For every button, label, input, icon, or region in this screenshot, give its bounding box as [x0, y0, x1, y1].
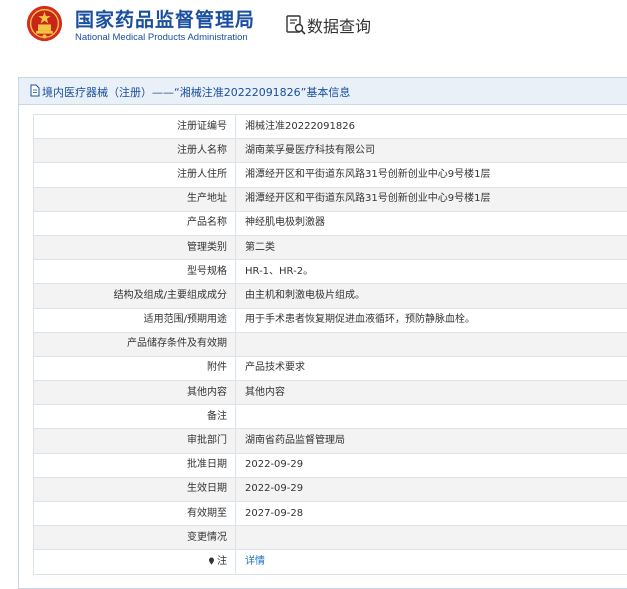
field-label: 有效期至	[34, 502, 236, 526]
panel-title: 境内医疗器械（注册）——“湘械注准20222091826”基本信息	[42, 84, 350, 100]
field-value: 神经肌电极刺激器	[236, 211, 627, 235]
field-label: 注册人名称	[34, 139, 236, 163]
table-row: 审批部门湖南省药品监督管理局	[34, 429, 627, 453]
field-label: 批准日期	[34, 453, 236, 477]
field-value: 湘械注准20222091826	[236, 115, 627, 139]
agency-name-en: National Medical Products Administration	[75, 32, 248, 43]
table-row: 产品储存条件及有效期	[34, 332, 627, 356]
field-value: 2022-09-29	[236, 453, 627, 477]
field-value: 湖南莱孚曼医疗科技有限公司	[236, 139, 627, 163]
panel-header: 境内医疗器械（注册）——“湘械注准20222091826”基本信息	[19, 78, 627, 105]
document-icon	[30, 84, 40, 97]
table-row: 管理类别第二类	[34, 235, 627, 259]
info-table: 注册证编号湘械注准20222091826注册人名称湖南莱孚曼医疗科技有限公司注册…	[33, 114, 627, 575]
field-value: 湖南省药品监督管理局	[236, 429, 627, 453]
location-pin-icon	[208, 557, 215, 565]
field-label: 结构及组成/主要组成成分	[34, 284, 236, 308]
field-label: 产品储存条件及有效期	[34, 332, 236, 356]
field-label: 型号规格	[34, 260, 236, 284]
table-row: 注册人名称湖南莱孚曼医疗科技有限公司	[34, 139, 627, 163]
field-value: 湘潭经开区和平街道东风路31号创新创业中心9号楼1层	[236, 163, 627, 187]
field-label: 注册证编号	[34, 115, 236, 139]
field-label: 变更情况	[34, 526, 236, 550]
field-value	[236, 526, 627, 550]
table-row: 注册证编号湘械注准20222091826	[34, 115, 627, 139]
national-emblem-icon	[26, 5, 63, 42]
field-label: 备注	[34, 405, 236, 429]
field-value: 湘潭经开区和平街道东风路31号创新创业中心9号楼1层	[236, 187, 627, 211]
field-value	[236, 405, 627, 429]
table-row: 备注	[34, 405, 627, 429]
search-data-icon	[285, 14, 307, 36]
field-value: 其他内容	[236, 381, 627, 405]
field-value	[236, 332, 627, 356]
field-label: 审批部门	[34, 429, 236, 453]
details-link[interactable]: 详情	[245, 556, 265, 567]
table-row: 附件产品技术要求	[34, 356, 627, 380]
field-label: 产品名称	[34, 211, 236, 235]
site-header: 国家药品监督管理局 National Medical Products Admi…	[0, 0, 627, 60]
table-row: 适用范围/预期用途用于手术患者恢复期促进血液循环，预防静脉血栓。	[34, 308, 627, 332]
table-row: 注册人住所湘潭经开区和平街道东风路31号创新创业中心9号楼1层	[34, 163, 627, 187]
table-row: 产品名称神经肌电极刺激器	[34, 211, 627, 235]
table-row: 生效日期2022-09-29	[34, 477, 627, 501]
note-label: 注	[217, 556, 227, 567]
field-value: 2022-09-29	[236, 477, 627, 501]
agency-name-cn: 国家药品监督管理局	[75, 5, 255, 32]
field-value: HR-1、HR-2。	[236, 260, 627, 284]
table-row-note: 注 详情	[34, 550, 627, 574]
field-label: 生产地址	[34, 187, 236, 211]
field-label: 附件	[34, 356, 236, 380]
table-row: 结构及组成/主要组成成分由主机和刺激电极片组成。	[34, 284, 627, 308]
field-value: 由主机和刺激电极片组成。	[236, 284, 627, 308]
field-label: 注册人住所	[34, 163, 236, 187]
field-label: 适用范围/预期用途	[34, 308, 236, 332]
field-value: 用于手术患者恢复期促进血液循环，预防静脉血栓。	[236, 308, 627, 332]
field-value: 产品技术要求	[236, 356, 627, 380]
field-value: 第二类	[236, 235, 627, 259]
field-label: 管理类别	[34, 235, 236, 259]
field-value: 2027-09-28	[236, 502, 627, 526]
table-row: 生产地址湘潭经开区和平街道东风路31号创新创业中心9号楼1层	[34, 187, 627, 211]
database-query-title: 数据查询	[307, 13, 371, 37]
field-label: 其他内容	[34, 381, 236, 405]
field-label: 生效日期	[34, 477, 236, 501]
table-row: 其他内容其他内容	[34, 381, 627, 405]
table-row: 有效期至2027-09-28	[34, 502, 627, 526]
note-value-cell: 详情	[236, 550, 627, 574]
table-row: 批准日期2022-09-29	[34, 453, 627, 477]
table-row: 变更情况	[34, 526, 627, 550]
table-row: 型号规格HR-1、HR-2。	[34, 260, 627, 284]
note-label-cell: 注	[34, 550, 236, 574]
detail-panel: 境内医疗器械（注册）——“湘械注准20222091826”基本信息 注册证编号湘…	[18, 77, 627, 589]
